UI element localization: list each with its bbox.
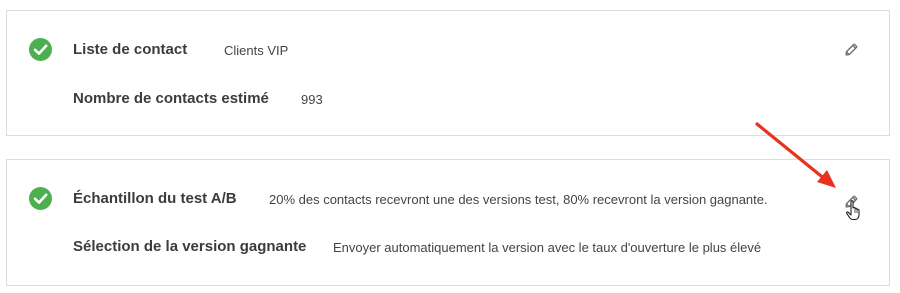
winner-selection-value: Envoyer automatiquement la version avec … xyxy=(333,240,762,255)
contact-list-value: Clients VIP xyxy=(224,43,289,58)
edit-ab-test-button[interactable] xyxy=(841,190,863,212)
estimated-contacts-label: Nombre de contacts estimé xyxy=(73,90,269,107)
ab-sample-label: Échantillon du test A/B xyxy=(73,190,237,207)
check-circle-icon xyxy=(29,38,52,61)
contact-list-card: Liste de contact Clients VIP Nombre de c… xyxy=(6,10,890,136)
estimated-contacts-value: 993 xyxy=(301,92,323,107)
contact-list-label: Liste de contact xyxy=(73,41,188,58)
ab-sample-value: 20% des contacts recevront une des versi… xyxy=(269,192,768,207)
ab-test-card: Échantillon du test A/B 20% des contacts… xyxy=(6,159,890,286)
check-circle-icon xyxy=(29,187,52,210)
winner-selection-label: Sélection de la version gagnante xyxy=(73,238,307,255)
edit-contact-list-button[interactable] xyxy=(841,38,863,60)
